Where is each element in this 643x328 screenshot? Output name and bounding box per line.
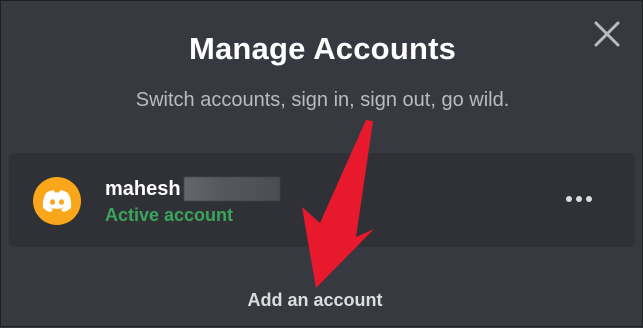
account-card[interactable]: mahesh Active account — [9, 153, 635, 247]
discord-logo-icon — [42, 190, 72, 212]
more-options-icon — [566, 196, 572, 202]
account-username: mahesh — [105, 177, 181, 200]
manage-accounts-dialog: Manage Accounts Switch accounts, sign in… — [0, 0, 643, 327]
more-options-button[interactable] — [561, 185, 597, 213]
account-status: Active account — [105, 205, 234, 225]
dialog-subtitle: Switch accounts, sign in, sign out, go w… — [135, 89, 510, 111]
more-options-icon — [576, 196, 582, 202]
dialog-title: Manage Accounts — [188, 31, 457, 66]
username-redaction — [183, 177, 280, 201]
avatar — [33, 177, 81, 225]
add-account-button[interactable]: Add an account — [1, 290, 629, 311]
more-options-icon — [586, 196, 592, 202]
